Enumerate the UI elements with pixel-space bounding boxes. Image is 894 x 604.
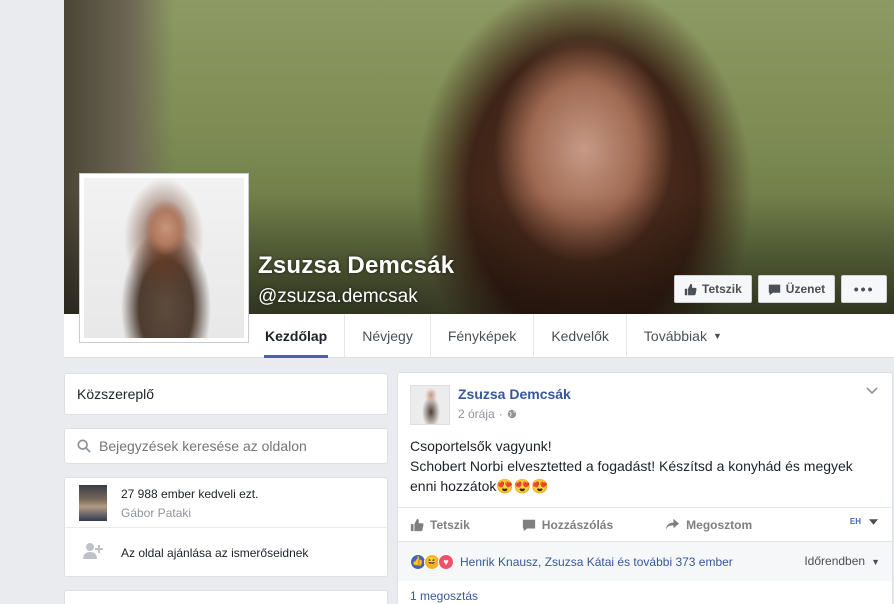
tab-home-label: Kezdőlap	[265, 328, 328, 344]
tab-about[interactable]: Névjegy	[345, 314, 431, 358]
post-comment-label: Hozzászólás	[541, 517, 614, 532]
search-icon	[77, 439, 91, 453]
post-share-button[interactable]: Megosztom	[665, 518, 752, 532]
invite-friends-row[interactable]: Az oldal ajánlása az ismerőseidnek	[65, 528, 387, 578]
sort-label: Időrendben	[804, 554, 866, 568]
post-text-line-1: Csoportelsők vagyunk!	[410, 438, 552, 454]
post-comment-button[interactable]: Hozzászólás	[522, 518, 613, 532]
post-card: Zsuzsa Demcsák 2 órája · Csoportelsők va…	[397, 372, 893, 604]
profile-picture[interactable]	[79, 173, 249, 343]
thumbs-up-icon	[684, 283, 697, 295]
post-text-line-3: enni hozzátok😍😍😍	[410, 478, 549, 494]
cover-actions: Tetszik Üzenet •••	[674, 275, 888, 303]
post-author-avatar[interactable]	[410, 385, 450, 425]
post-text-line-2: Schobert Norbi elvesztetted a fogadást! …	[410, 458, 853, 474]
page-category[interactable]: Közszereplő	[77, 386, 154, 402]
likes-card: 27 988 ember kedveli ezt. Gábor Pataki A…	[64, 477, 388, 577]
tab-likes-label: Kedvelők	[551, 328, 609, 344]
likes-count[interactable]: 27 988 ember kedveli ezt.	[121, 487, 258, 501]
globe-icon[interactable]	[507, 409, 517, 419]
tab-home[interactable]: Kezdőlap	[248, 314, 346, 358]
page-mini-icon: EH	[849, 517, 861, 526]
message-label: Üzenet	[785, 282, 826, 296]
page-title[interactable]: Zsuzsa Demcsák	[258, 252, 454, 280]
reactions-bar: 👍 😆 ♥ Henrik Knausz, Zsuzsa Kátai és tov…	[398, 541, 892, 581]
dot-separator: ·	[498, 407, 503, 421]
nav-tabs: Kezdőlap Névjegy Fényképek Kedvelők Tová…	[248, 314, 739, 358]
post-like-label: Tetszik	[430, 517, 470, 532]
post-as-selector[interactable]: EH	[850, 517, 878, 526]
tab-more-label: Továbbiak	[643, 328, 707, 344]
tab-about-label: Névjegy	[362, 328, 413, 344]
post-actions: Tetszik Hozzászólás Megosztom EH	[398, 507, 892, 541]
post-timestamp[interactable]: 2 órája	[458, 407, 495, 421]
search-posts-input[interactable]	[99, 438, 379, 454]
likes-friend-name[interactable]: Gábor Pataki	[121, 506, 191, 520]
add-friend-icon	[83, 543, 103, 559]
page-search	[64, 428, 388, 464]
tab-more[interactable]: Továbbiak ▼	[627, 314, 739, 358]
shares-count[interactable]: 1 megosztás	[410, 589, 478, 603]
sidebar-next-card	[64, 590, 388, 604]
profile-picture-image	[84, 178, 244, 338]
caret-down-icon	[869, 518, 878, 525]
left-gutter	[0, 0, 64, 604]
like-page-button[interactable]: Tetszik	[674, 275, 752, 303]
page-header: Zsuzsa Demcsák @zsuzsa.demcsak	[258, 252, 454, 308]
likes-row[interactable]: 27 988 ember kedveli ezt. Gábor Pataki	[65, 478, 387, 528]
share-arrow-icon	[666, 518, 680, 531]
post-share-label: Megosztom	[686, 517, 753, 532]
comment-sort-dropdown[interactable]: Időrendben ▼	[804, 554, 880, 568]
post-text: Csoportelsők vagyunk! Schobert Norbi elv…	[410, 436, 880, 496]
love-reaction-icon: ♥	[438, 553, 454, 570]
like-page-label: Tetszik	[702, 282, 742, 296]
reactions-names[interactable]: Henrik Knausz, Zsuzsa Kátai és további 3…	[460, 555, 733, 569]
comment-icon	[522, 519, 535, 531]
message-icon	[768, 284, 780, 295]
thumbs-up-icon	[410, 518, 424, 531]
post-like-button[interactable]: Tetszik	[410, 518, 470, 532]
tab-likes[interactable]: Kedvelők	[534, 314, 627, 358]
more-options-button[interactable]: •••	[841, 275, 888, 303]
page-username[interactable]: @zsuzsa.demcsak	[258, 286, 454, 308]
post-author-name[interactable]: Zsuzsa Demcsák	[458, 386, 571, 402]
tab-photos[interactable]: Fényképek	[431, 314, 535, 358]
caret-down-icon: ▼	[871, 557, 880, 567]
reaction-icons[interactable]: 👍 😆 ♥	[410, 553, 454, 570]
category-card: Közszereplő	[64, 373, 388, 415]
friend-avatar[interactable]	[79, 485, 107, 521]
caret-down-icon: ▼	[712, 331, 722, 341]
more-dots-icon: •••	[853, 281, 875, 297]
tab-photos-label: Fényképek	[447, 328, 517, 344]
invite-friends-label: Az oldal ajánlása az ismerőseidnek	[121, 546, 309, 560]
chevron-down-icon[interactable]	[866, 387, 878, 395]
message-button[interactable]: Üzenet	[757, 275, 836, 303]
post-meta: 2 órája ·	[458, 407, 517, 421]
